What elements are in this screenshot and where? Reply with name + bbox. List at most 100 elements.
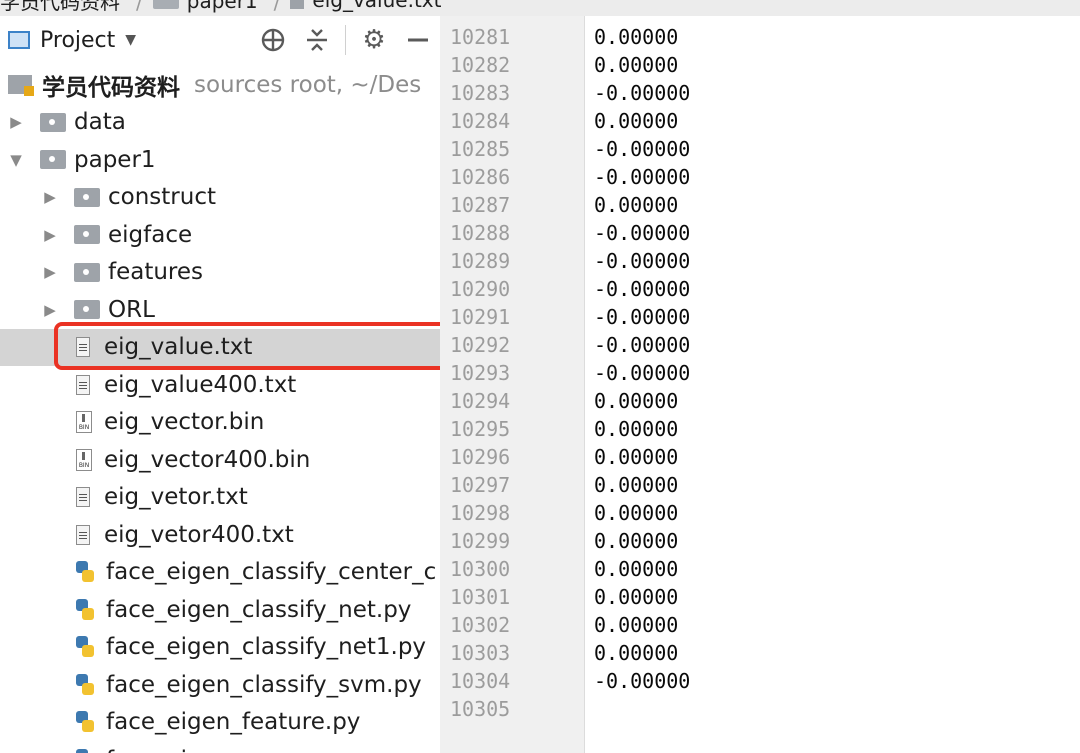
code-line[interactable]: -0.00000 bbox=[594, 275, 690, 303]
line-number: 10281 bbox=[450, 25, 511, 49]
line-number: 10304 bbox=[450, 669, 511, 693]
tree-file[interactable]: BIN eig_vector.bin bbox=[0, 404, 440, 442]
text-file-icon bbox=[76, 524, 90, 545]
line-number: 10289 bbox=[450, 249, 511, 273]
code-line[interactable]: -0.00000 bbox=[594, 79, 690, 107]
root-label: 学员代码资料 bbox=[42, 74, 180, 101]
code-line[interactable]: 0.00000 bbox=[594, 611, 678, 639]
line-number: 10303 bbox=[450, 641, 511, 665]
tree-item-label: face_eigen_classify_net.py bbox=[106, 596, 412, 623]
tree-folder[interactable]: ▼ paper1 bbox=[0, 141, 440, 179]
editor[interactable]: 10281 10282 10283 10284 10285 10286 10287 10288… bbox=[440, 16, 1080, 753]
tree-file[interactable]: eig_value400.txt bbox=[0, 366, 440, 404]
tree-folder[interactable]: ▶ data bbox=[0, 104, 440, 142]
chevron-right-icon[interactable]: ▶ bbox=[42, 226, 58, 244]
code-line[interactable]: 0.00000 bbox=[594, 443, 678, 471]
breadcrumb: 学员代码资料 / paper1 / eig_value.txt bbox=[0, 0, 1080, 17]
code-line[interactable]: -0.00000 bbox=[594, 135, 690, 163]
breadcrumb-separator: / bbox=[136, 0, 143, 14]
tree-item-label: paper1 bbox=[74, 146, 156, 173]
tree-item-label: construct bbox=[108, 184, 216, 211]
line-number-gutter: 10281 10282 10283 10284 10285 10286 10287 10288… bbox=[440, 16, 585, 753]
tree-file[interactable]: face_eigen_classify_net1.py bbox=[0, 629, 440, 667]
tree-file[interactable]: face_eigen_classify_net.py bbox=[0, 591, 440, 629]
line-number: 10299 bbox=[450, 529, 511, 553]
gear-icon[interactable]: ⚙ bbox=[352, 16, 396, 64]
tree-folder[interactable]: ▶ features bbox=[0, 254, 440, 292]
tree-item-label: face_eigen_feature.py bbox=[106, 709, 361, 736]
tree-file[interactable]: eig_value.txt bbox=[0, 328, 440, 366]
python-file-icon bbox=[76, 711, 94, 733]
line-number: 10286 bbox=[450, 165, 511, 189]
tree-file[interactable]: eig_vetor400.txt bbox=[0, 516, 440, 554]
tree-item-label: eigface bbox=[108, 221, 193, 248]
breadcrumb-item-root[interactable]: 学员代码资料 bbox=[0, 0, 120, 16]
tree-folder[interactable]: ▶ ORL bbox=[0, 291, 440, 329]
tree-folder[interactable]: ▶ eigface bbox=[0, 216, 440, 254]
project-panel-header: Project ▼ ⚙ bbox=[0, 16, 440, 64]
collapse-all-icon[interactable] bbox=[295, 16, 339, 64]
code-line[interactable]: 0.00000 bbox=[594, 415, 678, 443]
line-number: 10283 bbox=[450, 81, 511, 105]
chevron-right-icon[interactable]: ▶ bbox=[8, 113, 24, 131]
line-number: 10282 bbox=[450, 53, 511, 77]
chevron-down-icon[interactable]: ▼ bbox=[8, 151, 24, 169]
line-number: 10294 bbox=[450, 389, 511, 413]
tree-item-label: eig_vector400.bin bbox=[104, 446, 311, 473]
chevron-right-icon[interactable]: ▶ bbox=[42, 301, 58, 319]
minimize-icon[interactable] bbox=[396, 16, 440, 64]
line-number: 10285 bbox=[450, 137, 511, 161]
project-panel: Project ▼ ⚙ 学员代码资料 sources root, ~/Des ▶… bbox=[0, 16, 441, 753]
code-line[interactable]: -0.00000 bbox=[594, 303, 690, 331]
project-view-selector[interactable]: Project bbox=[40, 28, 115, 53]
tree-item-label: eig_vetor400.txt bbox=[104, 521, 294, 548]
breadcrumb-label: eig_value.txt bbox=[312, 0, 442, 12]
tree-file[interactable]: face_eigen_classify_center_c bbox=[0, 554, 440, 592]
tree-file[interactable]: face_eigen_pca.py bbox=[0, 741, 440, 753]
text-file-icon bbox=[76, 337, 90, 358]
code-line[interactable]: 0.00000 bbox=[594, 527, 678, 555]
python-file-icon bbox=[76, 673, 94, 696]
chevron-right-icon[interactable]: ▶ bbox=[42, 263, 58, 281]
code-line[interactable]: 0.00000 bbox=[594, 471, 678, 499]
code-line[interactable]: -0.00000 bbox=[594, 219, 690, 247]
breadcrumb-item-file[interactable]: eig_value.txt bbox=[290, 0, 441, 14]
chevron-down-icon[interactable]: ▼ bbox=[125, 32, 136, 48]
crosshair-icon[interactable] bbox=[251, 16, 295, 64]
code-line[interactable]: 0.00000 bbox=[594, 387, 678, 415]
code-line[interactable]: 0.00000 bbox=[594, 23, 678, 51]
code-line[interactable]: -0.00000 bbox=[594, 163, 690, 191]
text-file-icon bbox=[76, 374, 90, 395]
editor-content[interactable]: 0.00000 0.00000 -0.00000 0.00000 -0.00000 -0.… bbox=[585, 16, 1080, 753]
line-number: 10291 bbox=[450, 305, 511, 329]
code-line[interactable]: 0.00000 bbox=[594, 583, 678, 611]
line-number: 10292 bbox=[450, 333, 511, 357]
code-line[interactable]: -0.00000 bbox=[594, 247, 690, 275]
tree-folder[interactable]: ▶ construct bbox=[0, 179, 440, 217]
line-number: 10302 bbox=[450, 613, 511, 637]
code-line[interactable]: 0.00000 bbox=[594, 555, 678, 583]
tree-root[interactable]: 学员代码资料 sources root, ~/Des bbox=[0, 66, 440, 104]
line-number: 10296 bbox=[450, 445, 511, 469]
code-line[interactable]: 0.00000 bbox=[594, 191, 678, 219]
code-line[interactable]: 0.00000 bbox=[594, 639, 678, 667]
chevron-right-icon[interactable]: ▶ bbox=[42, 188, 58, 206]
panel-toolbar: ⚙ bbox=[251, 16, 440, 64]
root-note: sources root, ~/Des bbox=[194, 71, 422, 98]
line-number: 10293 bbox=[450, 361, 511, 385]
binary-file-icon: BIN bbox=[76, 448, 92, 471]
code-line[interactable]: -0.00000 bbox=[594, 667, 690, 695]
tree-file[interactable]: BIN eig_vector400.bin bbox=[0, 441, 440, 479]
code-line[interactable]: 0.00000 bbox=[594, 107, 678, 135]
text-file-icon bbox=[76, 487, 90, 508]
breadcrumb-item-paper1[interactable]: paper1 bbox=[152, 0, 258, 15]
tree-file[interactable]: face_eigen_feature.py bbox=[0, 704, 440, 742]
breadcrumb-label: paper1 bbox=[186, 0, 258, 13]
tree-file[interactable]: face_eigen_classify_svm.py bbox=[0, 666, 440, 704]
code-line[interactable]: 0.00000 bbox=[594, 51, 678, 79]
code-line[interactable]: -0.00000 bbox=[594, 359, 690, 387]
code-line[interactable]: 0.00000 bbox=[594, 499, 678, 527]
tree-file[interactable]: eig_vetor.txt bbox=[0, 479, 440, 517]
folder-icon bbox=[74, 187, 100, 207]
code-line[interactable]: -0.00000 bbox=[594, 331, 690, 359]
